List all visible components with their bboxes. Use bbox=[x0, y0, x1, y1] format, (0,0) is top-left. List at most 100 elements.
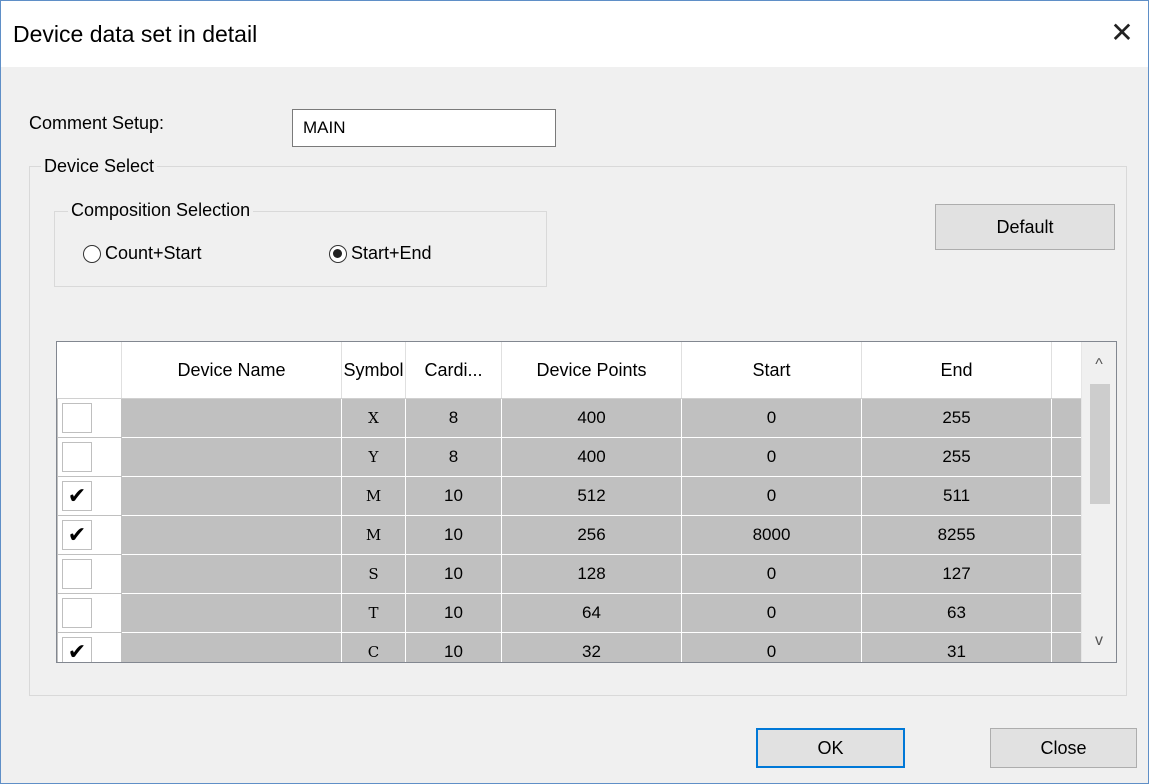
cell-device-points[interactable]: 256 bbox=[501, 515, 682, 555]
default-button[interactable]: Default bbox=[935, 204, 1115, 250]
device-select-title: Device Select bbox=[41, 156, 158, 177]
checkbox-unchecked[interactable] bbox=[62, 559, 92, 589]
table-row[interactable]: ✔ C 10 32 0 31 bbox=[57, 632, 1082, 662]
cell-end[interactable]: 255 bbox=[861, 398, 1052, 438]
cell-checkbox bbox=[57, 554, 122, 594]
column-header-start[interactable]: Start bbox=[681, 342, 862, 399]
cell-end[interactable]: 255 bbox=[861, 437, 1052, 477]
cell-cardinal[interactable]: 10 bbox=[405, 515, 502, 555]
table-row[interactable]: ✔ M 10 256 8000 8255 bbox=[57, 515, 1082, 555]
table-row[interactable]: X 8 400 0 255 bbox=[57, 398, 1082, 438]
cell-device-points[interactable]: 64 bbox=[501, 593, 682, 633]
checkbox-checked[interactable]: ✔ bbox=[62, 520, 92, 550]
scroll-thumb[interactable] bbox=[1090, 384, 1110, 504]
cell-symbol[interactable]: C bbox=[341, 632, 406, 662]
cell-device-points[interactable]: 512 bbox=[501, 476, 682, 516]
cell-device-points[interactable]: 32 bbox=[501, 632, 682, 662]
close-button[interactable]: Close bbox=[990, 728, 1137, 768]
cell-cardinal[interactable]: 8 bbox=[405, 437, 502, 477]
device-table-grid: Device Name Symbol Cardi... Device Point… bbox=[57, 342, 1082, 662]
checkbox-checked[interactable]: ✔ bbox=[62, 481, 92, 511]
scroll-up-icon[interactable]: ^ bbox=[1082, 356, 1116, 376]
column-header-cardinal[interactable]: Cardi... bbox=[405, 342, 502, 399]
checkbox-unchecked[interactable] bbox=[62, 598, 92, 628]
cell-device-name[interactable] bbox=[121, 515, 342, 555]
device-table[interactable]: Device Name Symbol Cardi... Device Point… bbox=[56, 341, 1117, 663]
comment-setup-input[interactable]: MAIN bbox=[292, 109, 556, 147]
cell-spare bbox=[1051, 554, 1082, 594]
cell-checkbox: ✔ bbox=[57, 515, 122, 555]
cell-device-name[interactable] bbox=[121, 476, 342, 516]
cell-device-name[interactable] bbox=[121, 554, 342, 594]
table-row[interactable]: Y 8 400 0 255 bbox=[57, 437, 1082, 477]
table-row[interactable]: S 10 128 0 127 bbox=[57, 554, 1082, 594]
cell-end[interactable]: 8255 bbox=[861, 515, 1052, 555]
radio-selected-dot bbox=[333, 248, 342, 258]
cell-start[interactable]: 0 bbox=[681, 554, 862, 594]
cell-symbol[interactable]: Y bbox=[341, 437, 406, 477]
cell-start[interactable]: 0 bbox=[681, 476, 862, 516]
cell-checkbox bbox=[57, 437, 122, 477]
cell-symbol[interactable]: M bbox=[341, 476, 406, 516]
column-header-spare bbox=[1051, 342, 1082, 399]
checkbox-unchecked[interactable] bbox=[62, 403, 92, 433]
cell-cardinal[interactable]: 10 bbox=[405, 632, 502, 662]
checkbox-checked[interactable]: ✔ bbox=[62, 637, 92, 662]
cell-spare bbox=[1051, 593, 1082, 633]
column-header-device-points[interactable]: Device Points bbox=[501, 342, 682, 399]
cell-spare bbox=[1051, 398, 1082, 438]
cell-start[interactable]: 0 bbox=[681, 398, 862, 438]
cell-cardinal[interactable]: 8 bbox=[405, 398, 502, 438]
cell-device-points[interactable]: 400 bbox=[501, 437, 682, 477]
scroll-down-icon[interactable]: v bbox=[1082, 632, 1116, 652]
cell-checkbox bbox=[57, 398, 122, 438]
checkbox-unchecked[interactable] bbox=[62, 442, 92, 472]
column-header-device-name[interactable]: Device Name bbox=[121, 342, 342, 399]
cell-start[interactable]: 0 bbox=[681, 593, 862, 633]
vertical-scrollbar[interactable]: ^ v bbox=[1081, 342, 1116, 662]
table-row[interactable]: T 10 64 0 63 bbox=[57, 593, 1082, 633]
composition-selection-title: Composition Selection bbox=[68, 200, 254, 221]
cell-spare bbox=[1051, 437, 1082, 477]
cell-checkbox: ✔ bbox=[57, 476, 122, 516]
cell-symbol[interactable]: S bbox=[341, 554, 406, 594]
cell-spare bbox=[1051, 476, 1082, 516]
cell-cardinal[interactable]: 10 bbox=[405, 476, 502, 516]
radio-start-end-circle[interactable] bbox=[329, 244, 347, 263]
cell-symbol[interactable]: X bbox=[341, 398, 406, 438]
column-header-check[interactable] bbox=[57, 342, 122, 399]
cell-checkbox: ✔ bbox=[57, 632, 122, 662]
cell-start[interactable]: 8000 bbox=[681, 515, 862, 555]
radio-count-start-circle[interactable] bbox=[83, 244, 101, 263]
cell-device-name[interactable] bbox=[121, 593, 342, 633]
cell-end[interactable]: 511 bbox=[861, 476, 1052, 516]
cell-symbol[interactable]: T bbox=[341, 593, 406, 633]
cell-device-name[interactable] bbox=[121, 632, 342, 662]
radio-start-end[interactable]: Start+End bbox=[329, 243, 432, 264]
cell-cardinal[interactable]: 10 bbox=[405, 554, 502, 594]
cell-end[interactable]: 127 bbox=[861, 554, 1052, 594]
comment-setup-label: Comment Setup: bbox=[29, 113, 165, 133]
table-header-row: Device Name Symbol Cardi... Device Point… bbox=[57, 342, 1082, 399]
column-header-symbol[interactable]: Symbol bbox=[341, 342, 406, 399]
ok-button[interactable]: OK bbox=[756, 728, 905, 768]
cell-end[interactable]: 63 bbox=[861, 593, 1052, 633]
title-bar[interactable]: Device data set in detail ✕ bbox=[1, 1, 1148, 67]
cell-start[interactable]: 0 bbox=[681, 437, 862, 477]
column-header-end[interactable]: End bbox=[861, 342, 1052, 399]
cell-device-points[interactable]: 400 bbox=[501, 398, 682, 438]
window-title: Device data set in detail bbox=[13, 21, 258, 47]
cell-end[interactable]: 31 bbox=[861, 632, 1052, 662]
cell-cardinal[interactable]: 10 bbox=[405, 593, 502, 633]
radio-count-start[interactable]: Count+Start bbox=[83, 243, 202, 264]
cell-spare bbox=[1051, 515, 1082, 555]
cell-start[interactable]: 0 bbox=[681, 632, 862, 662]
cell-device-name[interactable] bbox=[121, 398, 342, 438]
table-row[interactable]: ✔ M 10 512 0 511 bbox=[57, 476, 1082, 516]
radio-start-end-label: Start+End bbox=[351, 243, 432, 263]
cell-device-points[interactable]: 128 bbox=[501, 554, 682, 594]
cell-device-name[interactable] bbox=[121, 437, 342, 477]
close-icon[interactable]: ✕ bbox=[1106, 17, 1138, 49]
cell-symbol[interactable]: M bbox=[341, 515, 406, 555]
radio-count-start-label: Count+Start bbox=[105, 243, 202, 263]
